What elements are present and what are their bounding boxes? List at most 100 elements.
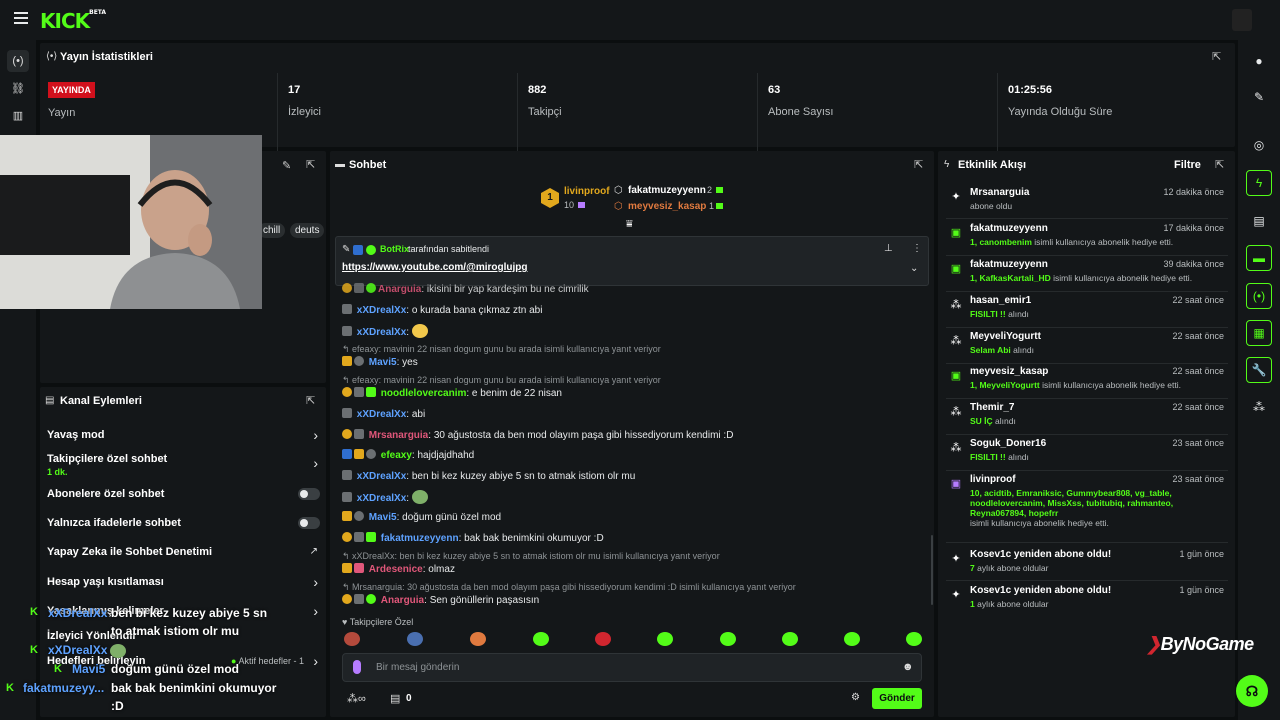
kick-logo[interactable]: KICKBETA: [40, 9, 106, 33]
avatar[interactable]: [1232, 9, 1252, 31]
tag-chill[interactable]: chill: [258, 223, 286, 238]
overlay-text: :D: [111, 699, 124, 713]
chat-username[interactable]: xXDrealXx: [357, 327, 406, 338]
users-icon[interactable]: ⁂: [1246, 394, 1272, 420]
activity-name[interactable]: MeyveliYogurtt: [970, 331, 1041, 342]
chat-scrollbar[interactable]: [931, 535, 933, 605]
ai-moderation-row[interactable]: Yapay Zeka ile Sohbet Denetimi ↗: [47, 546, 322, 558]
layout-icon[interactable]: ▦: [1246, 320, 1272, 346]
emote-icon[interactable]: [720, 632, 736, 646]
badge-icon: [342, 470, 352, 480]
chat-username[interactable]: Ardesenice: [369, 564, 423, 575]
chat-username[interactable]: Anarguia: [378, 284, 421, 295]
emoji-icon[interactable]: ☻: [902, 661, 914, 673]
chat-text: o kurada bana çıkmaz ztn abi: [411, 305, 543, 316]
top-gifter-2-name[interactable]: fakatmuzeyyenn: [628, 185, 706, 196]
activity-name[interactable]: Soguk_Doner16: [970, 438, 1046, 449]
slow-mode-row[interactable]: Yavaş mod ›: [47, 427, 322, 443]
edit-pencil-icon[interactable]: ✎: [282, 159, 291, 172]
emote-icon[interactable]: [470, 632, 486, 646]
document-icon[interactable]: ▤: [1246, 208, 1272, 234]
activity-popout-icon[interactable]: ⇱: [1215, 158, 1224, 171]
emote-icon[interactable]: [344, 632, 360, 646]
activity-name[interactable]: fakatmuzeyyenn: [970, 223, 1048, 234]
chat-username[interactable]: xXDrealXx: [357, 305, 406, 316]
emote-icon[interactable]: [782, 632, 798, 646]
activity-name[interactable]: Kosev1c yeniden abone oldu!: [970, 585, 1111, 596]
emote-icon[interactable]: [844, 632, 860, 646]
broadcast-icon[interactable]: (•): [7, 50, 29, 72]
emote-icon[interactable]: [906, 632, 922, 646]
chat-username[interactable]: xXDrealXx: [357, 493, 406, 504]
activity-name[interactable]: Kosev1c yeniden abone oldu!: [970, 549, 1111, 560]
filter-button[interactable]: Filtre: [1174, 159, 1201, 171]
activity-name[interactable]: meyvesiz_kasap: [970, 366, 1048, 377]
activity-item: ▣ livinproof 23 saat önce 10, acidtib, E…: [946, 474, 1228, 543]
support-headset-icon[interactable]: ☊: [1236, 675, 1268, 707]
send-button[interactable]: Gönder: [872, 688, 922, 709]
actions-icon: ▤: [45, 395, 55, 406]
emote-icon[interactable]: [533, 632, 549, 646]
collapse-icon[interactable]: ⩸: [626, 218, 633, 231]
chat-username[interactable]: fakatmuzeyyenn: [381, 533, 459, 544]
chevron-down-icon[interactable]: ⌄: [910, 263, 918, 274]
users-icon: ⁂: [950, 441, 962, 454]
chat-username[interactable]: xXDrealXx: [357, 471, 406, 482]
tag-deuts[interactable]: deuts: [290, 223, 325, 238]
activity-time: 22 saat önce: [1172, 331, 1224, 341]
top-gifter-3-name[interactable]: meyvesiz_kasap: [628, 201, 706, 212]
uptime-cell: 01:25:56 Yayında Olduğu Süre: [997, 73, 1233, 151]
chat-username[interactable]: xXDrealXx: [357, 409, 406, 420]
stream-info-popout-icon[interactable]: ⇱: [306, 158, 315, 171]
badge-icon: [366, 532, 376, 542]
pinned-by[interactable]: BotRix: [380, 244, 409, 254]
chat-input-box[interactable]: Bir mesaj gönderin ☻: [342, 653, 922, 682]
account-age-row[interactable]: Hesap yaşı kısıtlaması ›: [47, 574, 322, 590]
unpin-icon[interactable]: ⊥: [884, 243, 893, 254]
activity-name[interactable]: fakatmuzeyyenn: [970, 259, 1048, 270]
subs-only-toggle[interactable]: [298, 488, 320, 500]
emote-icon: [411, 324, 428, 338]
top-gifter-1-name[interactable]: livinproof: [564, 186, 610, 197]
chat-popout-icon[interactable]: ⇱: [914, 158, 923, 171]
activity-name[interactable]: Themir_7: [970, 402, 1014, 413]
chat-username[interactable]: Mavi5: [369, 512, 397, 523]
chat-username[interactable]: efeaxy: [381, 450, 412, 461]
emote-icon[interactable]: [407, 632, 423, 646]
users-infinite-icon[interactable]: ⁂∞: [347, 692, 366, 705]
link-icon[interactable]: ⛓: [7, 77, 29, 99]
chat-text: yes: [402, 357, 418, 368]
more-icon[interactable]: ⋮: [912, 243, 922, 254]
chat-username[interactable]: noodlelovercanim: [381, 388, 467, 399]
activity-name[interactable]: hasan_emir1: [970, 295, 1031, 306]
settings-gear-icon[interactable]: ⚙: [851, 692, 860, 703]
chat-username[interactable]: Mavi5: [369, 357, 397, 368]
flash-icon[interactable]: ϟ: [1246, 170, 1272, 196]
store-icon[interactable]: ▤: [390, 692, 400, 705]
pinned-link[interactable]: https://www.youtube.com/@miroglujpg: [342, 262, 527, 273]
emote-icon[interactable]: [657, 632, 673, 646]
wrench-icon[interactable]: 🔧: [1246, 357, 1272, 383]
activity-text: isimli kullanıcıya abonelik hediye etti.: [970, 518, 1109, 528]
emotes-only-toggle[interactable]: [298, 517, 320, 529]
overlay-chat: K xXDrealXx ben bi kez kuzey abiye 5 sn …: [6, 604, 330, 720]
chat-username[interactable]: Mrsanarguia: [369, 430, 428, 441]
activity-name[interactable]: Mrsanarguia: [970, 187, 1029, 198]
camera-icon[interactable]: ◎: [1246, 132, 1272, 158]
kick-badge-icon: K: [30, 644, 38, 656]
emote-icon[interactable]: [595, 632, 611, 646]
gift-icon: [716, 203, 723, 209]
info-icon[interactable]: ●: [1246, 48, 1272, 74]
chat-username[interactable]: Anarguia: [381, 595, 424, 606]
edit-icon[interactable]: ✎: [1246, 84, 1272, 110]
followers-only-row[interactable]: Takipçilere özel sohbet 1 dk. ›: [47, 453, 322, 477]
broadcast-panel-icon[interactable]: (•): [1246, 283, 1272, 309]
menu-icon[interactable]: [14, 12, 28, 26]
analytics-icon[interactable]: ▥: [7, 104, 29, 126]
external-link-icon: ↗: [309, 546, 318, 557]
activity-name[interactable]: livinproof: [970, 474, 1016, 485]
microphone-icon[interactable]: [353, 660, 361, 674]
actions-popout-icon[interactable]: ⇱: [306, 394, 315, 407]
chat-icon[interactable]: ▬: [1246, 245, 1272, 271]
popout-icon[interactable]: ⇱: [1212, 50, 1221, 63]
